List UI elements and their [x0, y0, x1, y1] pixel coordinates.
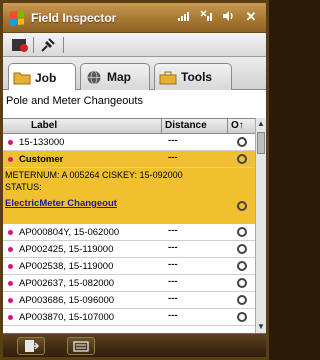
column-header-status[interactable]: O↑: [231, 120, 244, 131]
record-icon[interactable]: [11, 36, 29, 54]
item-distance: ---: [168, 293, 178, 304]
item-label: AP002538, 15-119000: [19, 261, 114, 272]
list-item[interactable]: AP003686, 15-096000 ---: [3, 292, 255, 309]
selected-list-item[interactable]: Customer ---: [3, 151, 255, 168]
list-header: Label Distance O↑: [3, 118, 255, 134]
status-circle-icon[interactable]: [237, 261, 247, 271]
marker-icon: [8, 230, 13, 235]
column-divider: [227, 119, 228, 133]
status-circle-icon[interactable]: [237, 295, 247, 305]
status-circle-icon[interactable]: [237, 244, 247, 254]
changeout-list: Label Distance O↑ 15-133000 --- Customer…: [3, 118, 255, 326]
list-item[interactable]: AP002538, 15-119000 ---: [3, 258, 255, 275]
tab-label: Map: [107, 70, 131, 84]
item-distance: ---: [168, 225, 178, 236]
list-item[interactable]: AP000804Y, 15-062000 ---: [3, 224, 255, 241]
toolbar: [3, 33, 266, 57]
marker-icon: [8, 315, 13, 320]
scroll-down-icon[interactable]: ▼: [256, 321, 266, 333]
exit-button[interactable]: [17, 337, 45, 355]
item-label: AP003870, 15-107000: [19, 312, 115, 323]
item-label: Customer: [19, 154, 64, 165]
item-label: AP000804Y, 15-062000: [19, 227, 120, 238]
column-header-label[interactable]: Label: [31, 120, 57, 131]
tab-job[interactable]: Job: [8, 63, 76, 91]
tab-tools[interactable]: Tools: [154, 63, 232, 90]
globe-icon: [85, 70, 103, 85]
scroll-up-icon[interactable]: ▲: [256, 118, 266, 130]
list-item[interactable]: AP003870, 15-107000 ---: [3, 309, 255, 326]
meter-info: METERNUM: A 005264 CISKEY: 15-092000: [5, 170, 183, 180]
scroll-thumb[interactable]: [257, 132, 265, 154]
vertical-scrollbar[interactable]: ▲ ▼: [255, 118, 266, 333]
column-divider: [161, 119, 162, 133]
status-circle-icon[interactable]: [237, 227, 247, 237]
marker-icon: [8, 298, 13, 303]
section-title: Pole and Meter Changeouts: [6, 95, 143, 107]
tab-label: Tools: [181, 70, 213, 84]
list-item[interactable]: AP002637, 15-082000 ---: [3, 275, 255, 292]
keyboard-button[interactable]: [67, 337, 95, 355]
windows-start-icon[interactable]: [10, 10, 24, 26]
item-distance: ---: [168, 310, 178, 321]
marker-icon: [8, 140, 13, 145]
speaker-icon[interactable]: [222, 10, 236, 25]
status-area: [178, 10, 236, 25]
marker-icon: [8, 157, 13, 162]
marker-icon: [8, 247, 13, 252]
app-window: Field Inspector ✕ Job Map Tools Pole and…: [0, 0, 269, 360]
item-distance: ---: [168, 276, 178, 287]
toolbox-icon: [159, 70, 177, 85]
no-signal-icon[interactable]: [200, 10, 214, 25]
list-item[interactable]: 15-133000 ---: [3, 134, 255, 151]
toolbar-divider: [63, 37, 64, 53]
folder-icon: [13, 70, 31, 85]
tab-label: Job: [35, 70, 57, 85]
marker-icon: [8, 264, 13, 269]
exit-icon: [25, 340, 40, 352]
status-circle-icon[interactable]: [237, 201, 247, 211]
selected-item-details: METERNUM: A 005264 CISKEY: 15-092000 STA…: [3, 168, 255, 224]
soft-key-bar: [3, 333, 266, 357]
close-button[interactable]: ✕: [243, 9, 259, 25]
column-header-distance[interactable]: Distance: [165, 120, 207, 131]
item-label: AP002637, 15-082000: [19, 278, 115, 289]
changeout-link[interactable]: ElectricMeter Changeout: [5, 198, 117, 209]
keyboard-icon: [73, 341, 89, 352]
tab-bar: Job Map Tools: [3, 57, 266, 91]
status-text: STATUS:: [5, 182, 42, 192]
status-circle-icon[interactable]: [237, 137, 247, 147]
item-label: AP002425, 15-119000: [19, 244, 114, 255]
signal-icon[interactable]: [178, 10, 192, 25]
item-label: 15-133000: [19, 137, 65, 148]
item-label: AP003686, 15-096000: [19, 295, 115, 306]
toolbar-divider: [33, 37, 34, 53]
status-circle-icon[interactable]: [237, 154, 247, 164]
item-distance: ---: [168, 152, 178, 163]
tab-map[interactable]: Map: [80, 63, 150, 90]
title-bar: Field Inspector ✕: [3, 3, 266, 33]
item-distance: ---: [168, 259, 178, 270]
status-circle-icon[interactable]: [237, 312, 247, 322]
marker-icon: [8, 281, 13, 286]
item-distance: ---: [168, 242, 178, 253]
window-title: Field Inspector: [31, 11, 117, 25]
item-distance: ---: [168, 135, 178, 146]
job-panel: Pole and Meter Changeouts Label Distance…: [3, 90, 266, 333]
list-item[interactable]: AP002425, 15-119000 ---: [3, 241, 255, 258]
status-circle-icon[interactable]: [237, 278, 247, 288]
pushpin-icon[interactable]: [39, 36, 57, 54]
